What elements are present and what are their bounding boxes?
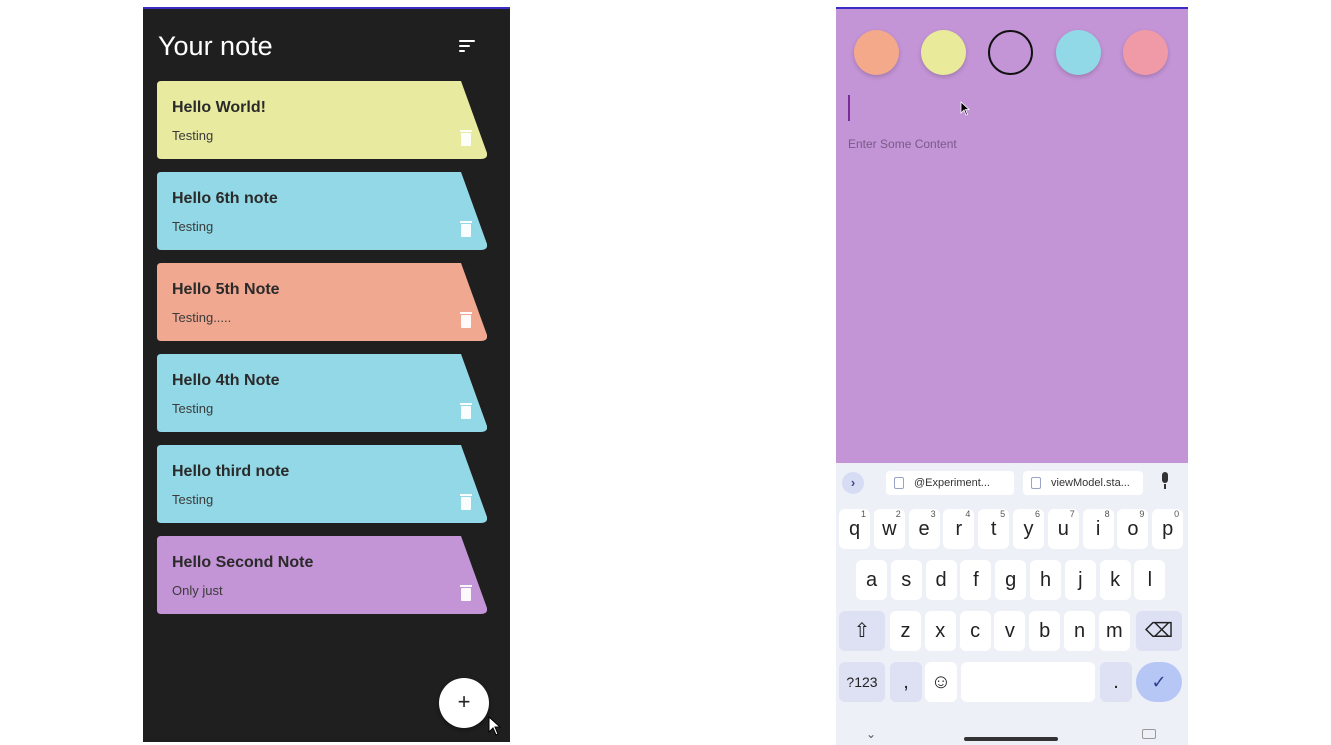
note-background (157, 445, 487, 523)
note-editor-screen: Enter Some Content › @Experiment... view… (836, 7, 1188, 745)
mouse-cursor-icon (960, 101, 970, 116)
notes-list-screen: Your note Hello World! Testing Hello 6th n… (143, 7, 510, 742)
emoji-key[interactable]: ☺ (925, 662, 957, 702)
enter-key[interactable]: ✓ (1136, 662, 1182, 702)
chevron-down-icon[interactable]: ⌄ (866, 727, 876, 741)
shift-key[interactable]: ⇧ (839, 611, 885, 651)
color-option[interactable] (854, 30, 899, 75)
space-key[interactable] (961, 662, 1095, 702)
key-o[interactable]: o9 (1117, 509, 1149, 549)
key-k[interactable]: k (1099, 560, 1131, 600)
key-x[interactable]: x (924, 611, 956, 651)
expand-toolbar-button[interactable]: › (842, 472, 864, 494)
key-z[interactable]: z (890, 611, 921, 651)
navigation-bar: ⌄ (836, 725, 1188, 745)
key-g[interactable]: g (995, 560, 1027, 600)
note-title: Hello 6th note (172, 190, 278, 207)
note-background (157, 81, 487, 159)
note-title: Hello 5th Note (172, 281, 280, 298)
backspace-key[interactable]: ⌫ (1136, 611, 1182, 651)
color-option[interactable] (921, 30, 966, 75)
note-card[interactable]: Hello 6th note Testing (157, 172, 487, 250)
trash-icon[interactable] (460, 585, 472, 601)
trash-icon[interactable] (460, 130, 472, 146)
color-option[interactable] (988, 30, 1033, 75)
key-n[interactable]: n (1064, 611, 1095, 651)
color-option[interactable] (1123, 30, 1168, 75)
note-content: Testing (172, 219, 214, 234)
note-title: Hello third note (172, 463, 290, 480)
note-card[interactable]: Hello Second Note Only just (157, 536, 487, 614)
key-h[interactable]: h (1030, 560, 1061, 600)
trash-icon[interactable] (460, 494, 472, 510)
suggestion-bar: › @Experiment... viewModel.sta... (836, 463, 1188, 501)
key-u[interactable]: u7 (1047, 509, 1079, 549)
note-card[interactable]: Hello 4th Note Testing (157, 354, 487, 432)
color-option[interactable] (1056, 30, 1101, 75)
note-card[interactable]: Hello 5th Note Testing..... (157, 263, 487, 341)
note-content: Testing (172, 401, 214, 416)
key-f[interactable]: f (960, 560, 992, 600)
note-content: Testing (172, 492, 214, 507)
note-content: Only just (172, 583, 223, 598)
note-content: Testing (172, 128, 214, 143)
comma-key[interactable]: , (890, 662, 922, 702)
key-r[interactable]: r4 (943, 509, 975, 549)
page-title: Your note (158, 31, 273, 61)
note-title: Hello World! (172, 99, 266, 116)
home-handle[interactable] (964, 737, 1058, 741)
title-input-caret[interactable] (848, 95, 850, 121)
microphone-icon[interactable] (1160, 472, 1170, 492)
key-d[interactable]: d (925, 560, 957, 600)
trash-icon[interactable] (460, 403, 472, 419)
key-y[interactable]: y6 (1013, 509, 1044, 549)
key-p[interactable]: p0 (1152, 509, 1184, 549)
clipboard-suggestion-2[interactable]: viewModel.sta... (1023, 471, 1143, 495)
clipboard-icon (1031, 477, 1041, 489)
note-card[interactable]: Hello third note Testing (157, 445, 487, 523)
trash-icon[interactable] (460, 221, 472, 237)
key-s[interactable]: s (890, 560, 922, 600)
key-c[interactable]: c (959, 611, 991, 651)
trash-icon[interactable] (460, 312, 472, 328)
note-title: Hello Second Note (172, 554, 314, 571)
key-t[interactable]: t5 (978, 509, 1010, 549)
add-note-button[interactable]: + (439, 678, 489, 728)
content-input[interactable]: Enter Some Content (848, 137, 957, 151)
note-card[interactable]: Hello World! Testing (157, 81, 487, 159)
clipboard-icon (894, 477, 904, 489)
key-w[interactable]: w2 (873, 509, 905, 549)
keyboard-switch-icon[interactable] (1142, 729, 1156, 739)
mouse-cursor-icon (488, 716, 502, 736)
key-j[interactable]: j (1064, 560, 1096, 600)
note-title: Hello 4th Note (172, 372, 280, 389)
key-q[interactable]: q1 (839, 509, 870, 549)
symbols-key[interactable]: ?123 (839, 662, 885, 702)
note-background (157, 172, 487, 250)
key-l[interactable]: l (1134, 560, 1166, 600)
note-background (157, 536, 487, 614)
key-m[interactable]: m (1098, 611, 1130, 651)
key-i[interactable]: i8 (1082, 509, 1114, 549)
key-a[interactable]: a (856, 560, 887, 600)
soft-keyboard: › @Experiment... viewModel.sta... q1w2e3… (836, 463, 1188, 745)
note-background (157, 354, 487, 432)
clipboard-suggestion-1[interactable]: @Experiment... (886, 471, 1014, 495)
key-v[interactable]: v (994, 611, 1026, 651)
period-key[interactable]: . (1100, 662, 1132, 702)
sort-icon[interactable] (459, 40, 475, 52)
note-content: Testing..... (172, 310, 232, 325)
note-background (157, 263, 487, 341)
key-e[interactable]: e3 (908, 509, 940, 549)
key-b[interactable]: b (1029, 611, 1061, 651)
